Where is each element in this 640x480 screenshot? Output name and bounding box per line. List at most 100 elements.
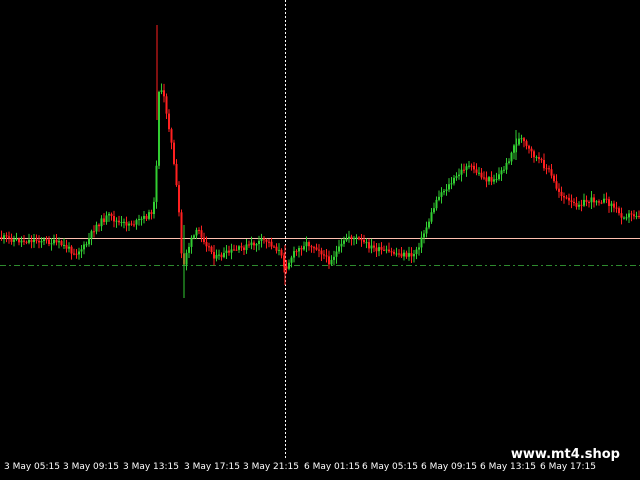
candle-body (498, 174, 500, 180)
candle-body (228, 250, 230, 253)
candlestick-plot[interactable] (0, 0, 640, 458)
candle-body (35, 239, 38, 241)
candle-body (235, 249, 238, 251)
time-tick-label: 3 May 05:15 (4, 462, 60, 472)
candle-body (210, 246, 213, 252)
candle-body (53, 239, 55, 244)
candle-body (358, 237, 360, 240)
candle-body (398, 253, 400, 255)
candle-body (240, 246, 243, 248)
candle-body (558, 188, 560, 192)
candle-body (633, 214, 635, 217)
candle-body (548, 168, 550, 170)
candle-body (168, 113, 170, 130)
candle-body (593, 197, 595, 203)
candle-body (533, 151, 535, 158)
time-tick-label: 6 May 13:15 (480, 462, 536, 472)
candle-body (403, 252, 405, 257)
candle-body (493, 179, 495, 182)
candle-body (143, 215, 145, 219)
candle-body (93, 231, 95, 233)
candle-body (635, 216, 638, 218)
candle-body (198, 229, 200, 231)
candle-body (190, 237, 193, 247)
candle-body (238, 246, 240, 250)
candle-body (460, 169, 463, 175)
candle-body (523, 138, 525, 142)
candle-body (95, 224, 98, 232)
candle-body (60, 241, 63, 246)
candle-body (30, 240, 33, 243)
candle-body (135, 220, 138, 225)
candle-body (290, 257, 293, 263)
candle-body (300, 248, 303, 250)
candle-body (513, 145, 515, 153)
candle-body (465, 166, 468, 171)
candle-body (373, 245, 375, 248)
candle-body (78, 251, 80, 255)
candle-body (5, 235, 8, 237)
candle-body (543, 160, 545, 169)
candle-body (208, 246, 210, 248)
candle-body (263, 238, 265, 240)
candle-body (348, 236, 350, 239)
candle-body (578, 204, 580, 207)
candle-body (23, 240, 25, 242)
candle-body (255, 243, 258, 246)
candle-body (455, 176, 458, 178)
candle-body (90, 231, 93, 239)
candle-body (453, 177, 455, 184)
candle-body (180, 212, 183, 254)
candle-body (218, 254, 220, 256)
candle-body (618, 208, 620, 214)
candle-body (365, 242, 368, 244)
candle-body (118, 220, 120, 223)
candle-body (305, 242, 308, 247)
candle-body (325, 255, 328, 257)
candle-body (120, 221, 123, 223)
candle-body (320, 250, 323, 255)
candle-body (303, 246, 305, 250)
candle-body (195, 229, 198, 236)
candle-body (378, 247, 380, 252)
candle-body (55, 239, 58, 243)
candle-body (428, 221, 430, 228)
candle-body (160, 90, 163, 92)
candle-body (223, 252, 225, 258)
candle-body (410, 253, 413, 257)
candle-body (475, 169, 478, 173)
candle-body (468, 165, 470, 167)
time-tick-label: 6 May 01:15 (304, 462, 360, 472)
candle-body (200, 230, 203, 238)
candle-body (583, 199, 585, 206)
candle-body (595, 201, 598, 203)
candle-body (360, 239, 363, 241)
candle-body (345, 238, 348, 241)
candle-body (368, 242, 370, 249)
candle-body (425, 227, 428, 234)
candle-body (88, 238, 90, 245)
candle-body (570, 200, 573, 202)
candle-body (28, 240, 30, 243)
candle-body (10, 237, 13, 242)
candle-body (100, 218, 103, 227)
candle-body (140, 218, 143, 220)
candle-body (130, 223, 133, 225)
candle-body (138, 219, 140, 221)
candle-body (330, 259, 333, 265)
candle-body (250, 242, 253, 246)
candle-body (420, 237, 423, 248)
candle-body (418, 247, 420, 250)
candle-body (550, 169, 553, 176)
candle-body (483, 177, 485, 179)
candle-body (265, 239, 268, 242)
candle-body (73, 253, 75, 255)
candle-body (443, 190, 445, 193)
candle-body (423, 233, 425, 238)
candle-body (48, 239, 50, 245)
price-chart[interactable] (0, 0, 640, 458)
time-tick-label: 6 May 17:15 (540, 462, 596, 472)
candle-body (463, 169, 465, 171)
candle-body (603, 198, 605, 203)
candle-body (450, 183, 453, 185)
